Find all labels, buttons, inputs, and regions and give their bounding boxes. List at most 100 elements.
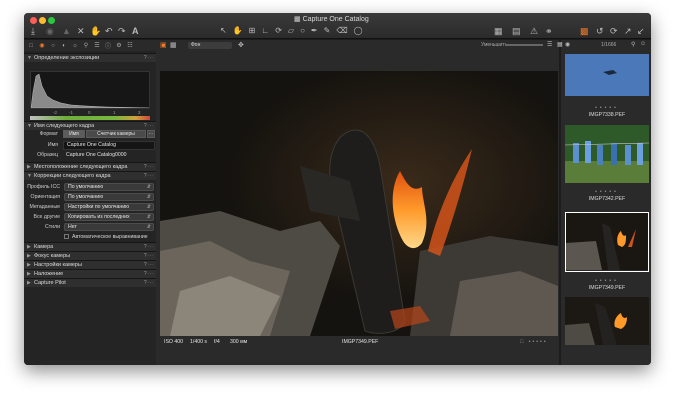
clear-icon[interactable]: ✕ bbox=[77, 26, 85, 36]
camera-section-header[interactable]: ▶ Камера ? ⋯ bbox=[24, 242, 156, 251]
thumbnail-rating[interactable]: ••••• bbox=[565, 105, 649, 111]
preset-select[interactable]: Фон bbox=[188, 42, 232, 49]
details-tab[interactable]: ⚲ bbox=[82, 42, 90, 49]
forward-icon[interactable]: ↗ bbox=[624, 26, 632, 36]
viewer-status-bar: ISO 400 1/400 s f/4 300 мм IMGP7349.PEF … bbox=[160, 337, 558, 347]
adjustments-section-header[interactable]: ▼ Коррекции следующего кадра ? ⋯ bbox=[24, 171, 156, 180]
section-menu-icon[interactable]: ? ⋯ bbox=[144, 280, 153, 286]
rating-stars[interactable]: □ ••••• bbox=[520, 339, 548, 345]
warning-icon[interactable]: ⚠ bbox=[530, 26, 538, 36]
chevron-right-icon: ▶ bbox=[27, 244, 31, 250]
list-icon[interactable]: ☰ bbox=[547, 41, 552, 48]
capture-pilot-section-header[interactable]: ▶ Capture Pilot ? ⋯ bbox=[24, 278, 156, 287]
icc-profile-label: Профиль ICC bbox=[27, 184, 60, 190]
pan-icon[interactable]: ✋ bbox=[233, 26, 243, 35]
delete-icon[interactable]: ▲ bbox=[62, 26, 71, 36]
zoom-slider[interactable] bbox=[505, 44, 543, 46]
reset-icon[interactable]: ↺ bbox=[596, 26, 604, 36]
filter-icon[interactable]: ▦ bbox=[557, 41, 563, 48]
section-menu-icon[interactable]: ? ⋯ bbox=[144, 123, 153, 129]
format-token-name[interactable]: Имя bbox=[63, 130, 85, 138]
rotate-icon[interactable]: ⟳ bbox=[275, 26, 282, 35]
close-window-button[interactable] bbox=[30, 17, 37, 24]
lens-tab[interactable]: ○ bbox=[49, 43, 57, 49]
camera-focus-section-header[interactable]: ▶ Фокус камеры ? ⋯ bbox=[24, 251, 156, 260]
naming-section-header[interactable]: ▼ Имя следующего кадра ? ⋯ bbox=[24, 121, 156, 130]
section-menu-icon[interactable]: ? ⋯ bbox=[144, 173, 153, 179]
section-menu-icon[interactable]: ? ⋯ bbox=[144, 244, 153, 250]
refresh-icon[interactable]: ⟳ bbox=[610, 26, 618, 36]
adjust-tab[interactable]: ☰ bbox=[93, 42, 101, 49]
minimize-window-button[interactable] bbox=[39, 17, 46, 24]
eye-icon[interactable]: ◉ bbox=[565, 41, 570, 48]
format-edit-button[interactable]: ⋯ bbox=[147, 130, 155, 138]
picker-icon[interactable]: ✒ bbox=[311, 26, 318, 35]
capture-tab[interactable]: ◉ bbox=[38, 42, 46, 49]
keystone-icon[interactable]: ▱ bbox=[288, 26, 294, 35]
user-icon[interactable]: ☺ bbox=[640, 41, 646, 47]
section-menu-icon[interactable]: ? ⋯ bbox=[144, 262, 153, 268]
section-title: Камера bbox=[34, 244, 54, 250]
thumbnail-rating[interactable]: ••••• bbox=[565, 189, 649, 195]
output-tab[interactable]: ⚙ bbox=[115, 42, 123, 49]
overlay-section-header[interactable]: ▶ Наложение ? ⋯ bbox=[24, 269, 156, 278]
scale-label: 2 bbox=[138, 110, 141, 115]
thumbnail-4[interactable] bbox=[565, 297, 649, 345]
auto-align-checkbox[interactable] bbox=[64, 234, 69, 239]
sample-value: Capture One Catalog0000 bbox=[66, 152, 127, 158]
thumbnail-image bbox=[566, 213, 648, 270]
stack-icon[interactable]: ▤ bbox=[512, 26, 521, 36]
browser-toolbar: Уменьшить ☰ ▦ ◉ 1/1666 ⚲ ☺ bbox=[481, 40, 651, 51]
styles-select[interactable]: Нет ⇵ bbox=[64, 223, 154, 231]
redo-icon[interactable]: ↷ bbox=[118, 26, 126, 36]
hand-icon[interactable]: ✋ bbox=[90, 26, 101, 36]
gradient-icon[interactable]: ◯ bbox=[354, 26, 363, 35]
icc-profile-select[interactable]: По умолчанию ⇵ bbox=[64, 183, 154, 191]
main-photo[interactable] bbox=[160, 71, 558, 336]
thumbnail-2[interactable] bbox=[565, 125, 649, 183]
straighten-icon[interactable]: ∟ bbox=[261, 26, 269, 35]
share-icon[interactable]: ↙ bbox=[637, 26, 645, 36]
crop-icon[interactable]: ⊞ bbox=[249, 26, 256, 35]
all-other-select[interactable]: Копировать из последних ⇵ bbox=[64, 213, 154, 221]
section-menu-icon[interactable]: ? ⋯ bbox=[144, 271, 153, 277]
brush-icon[interactable]: ✎ bbox=[324, 26, 331, 35]
pointer-icon[interactable]: ↖ bbox=[220, 26, 227, 35]
glasses-icon[interactable]: ⚭ bbox=[545, 26, 553, 36]
spot-icon[interactable]: ○ bbox=[300, 26, 305, 35]
color-tab[interactable]: ◐ bbox=[60, 43, 68, 49]
thumbnail-3-selected[interactable] bbox=[565, 212, 649, 272]
thumbnail-1[interactable] bbox=[565, 54, 649, 96]
name-field[interactable]: Capture One Catalog bbox=[63, 141, 155, 150]
location-section-header[interactable]: ▶ Местоположение следующего кадра ? ⋯ bbox=[24, 162, 156, 171]
exposure-section-header[interactable]: ▼ Определение экспозиции ? ⋯ bbox=[24, 53, 156, 62]
metadata-tab[interactable]: ⓘ bbox=[104, 41, 112, 50]
export-icon[interactable]: ▩ bbox=[580, 26, 589, 36]
grid-icon[interactable]: ▦ bbox=[494, 26, 503, 36]
import-icon[interactable]: ⤓ bbox=[31, 26, 35, 36]
move-icon[interactable]: ✥ bbox=[238, 41, 244, 51]
format-token-counter[interactable]: Счетчик камеры bbox=[86, 130, 146, 138]
single-view-icon[interactable]: ▣ bbox=[160, 41, 167, 51]
undo-icon[interactable]: ↶ bbox=[105, 26, 113, 36]
camera-settings-section-header[interactable]: ▶ Настройки камеры ? ⋯ bbox=[24, 260, 156, 269]
section-title: Наложение bbox=[34, 271, 64, 277]
zoom-window-button[interactable] bbox=[48, 17, 55, 24]
batch-tab[interactable]: ☷ bbox=[126, 42, 134, 49]
multi-view-icon[interactable]: ▦ bbox=[170, 41, 177, 51]
exposure-tab[interactable]: ☼ bbox=[71, 43, 79, 49]
sample-label: Образец bbox=[37, 152, 58, 158]
section-menu-icon[interactable]: ? ⋯ bbox=[144, 164, 153, 170]
metadata-select[interactable]: Настройки по умолчанию ⇵ bbox=[64, 203, 154, 211]
library-tab[interactable]: □ bbox=[27, 43, 35, 49]
orientation-select[interactable]: По умолчанию ⇵ bbox=[64, 193, 154, 201]
text-icon[interactable]: A bbox=[132, 26, 139, 36]
section-menu-icon[interactable]: ? ⋯ bbox=[144, 55, 153, 61]
section-menu-icon[interactable]: ? ⋯ bbox=[144, 253, 153, 259]
chevron-updown-icon: ⇵ bbox=[146, 214, 151, 220]
thumbnail-image bbox=[565, 297, 649, 345]
thumbnail-rating[interactable]: ••••• bbox=[565, 278, 649, 284]
erase-icon[interactable]: ⌫ bbox=[336, 26, 347, 35]
camera-icon[interactable]: ◉ bbox=[46, 26, 54, 36]
search-icon[interactable]: ⚲ bbox=[631, 41, 635, 48]
